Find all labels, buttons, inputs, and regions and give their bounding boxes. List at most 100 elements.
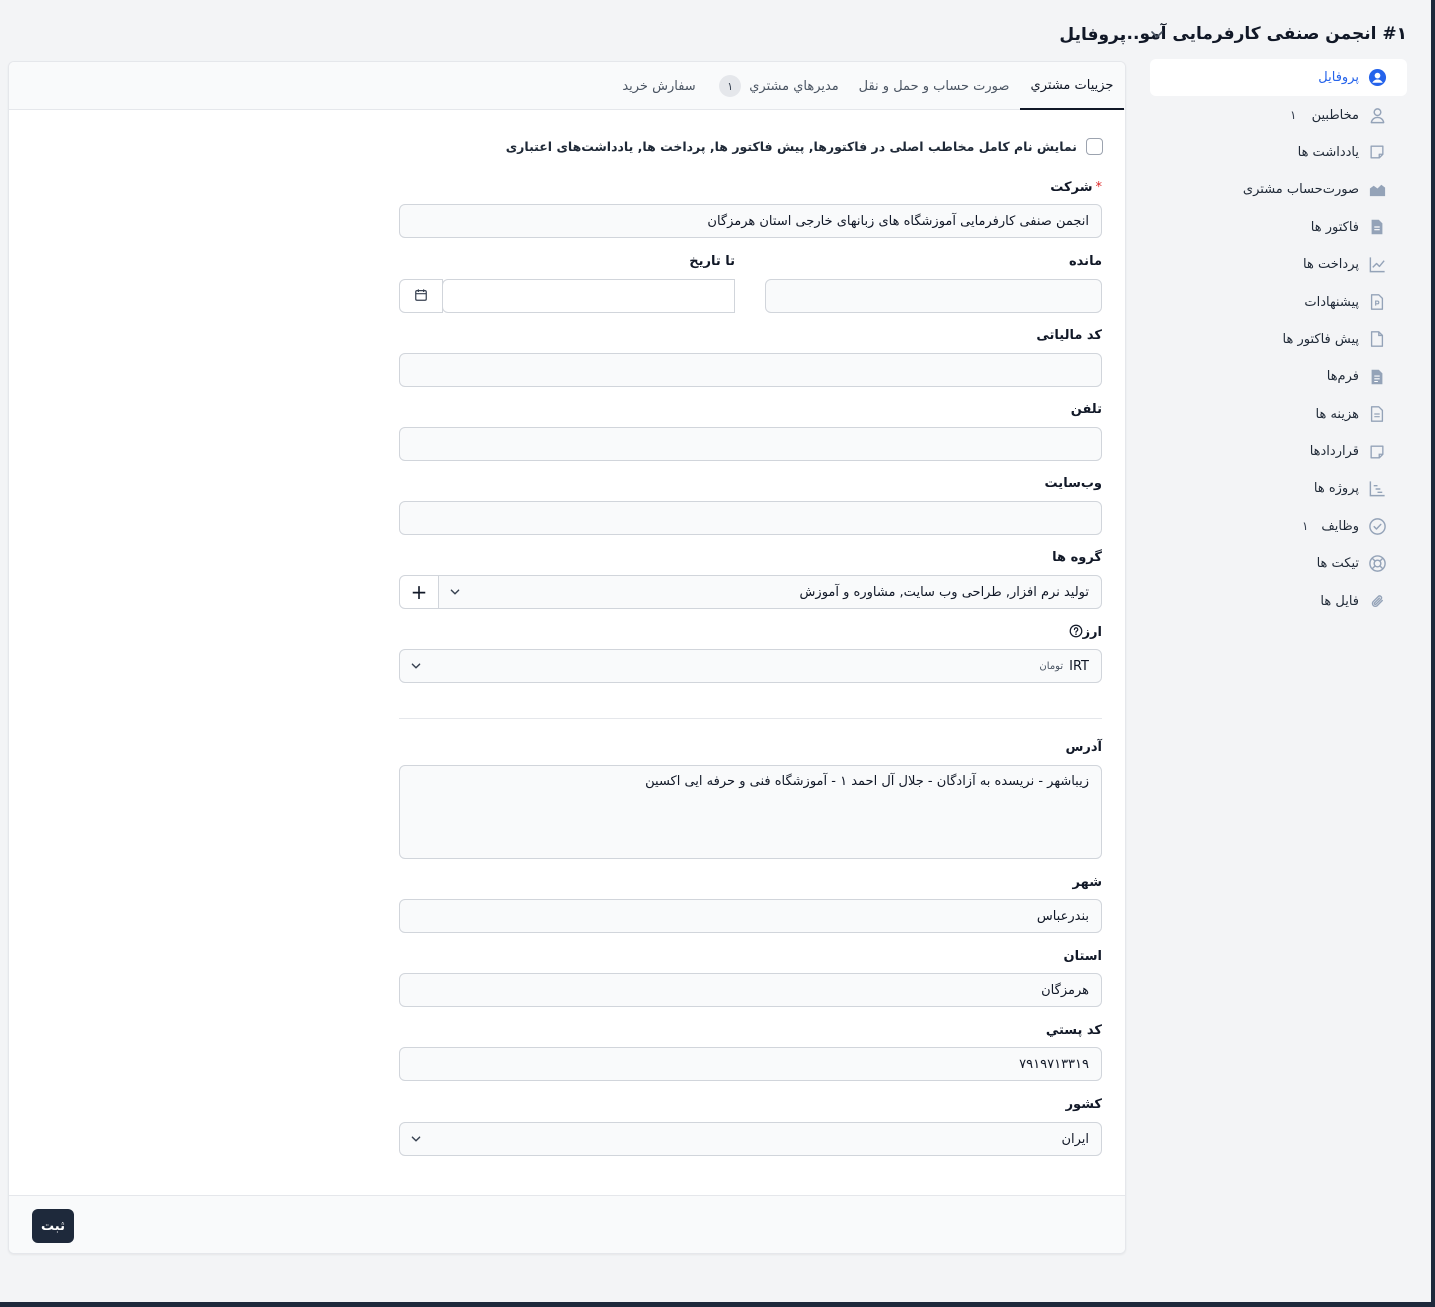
website-input[interactable] [399,501,1102,535]
check-circle-icon [1367,516,1387,536]
document-outline-icon [1367,329,1387,349]
sidebar-item-label: فرم‌ها [1326,369,1359,385]
user-icon [1367,105,1387,125]
sidebar-item-label: پرداخت ها [1303,257,1359,273]
sidebar-item-tickets[interactable]: تیکت ها [1150,545,1407,582]
window-edge-bottom [0,1302,1435,1307]
show-full-name-checkbox[interactable] [1086,138,1103,155]
sidebar-item-label: فاکتور ها [1310,219,1359,235]
chevron-down-icon [407,1130,425,1148]
count-badge: ۱ [1290,108,1297,123]
customer-details-panel: جزييات مشتري صورت حساب و حمل و نقل مديره… [8,61,1126,1254]
calendar-icon [414,287,428,306]
company-input[interactable]: انجمن صنفی کارفرمایی آموزشگاه های زبانها… [399,204,1102,238]
company-label: *شرکت [1050,180,1102,195]
country-value: ایران [1061,1131,1089,1147]
phone-label: تلفن [1070,402,1102,417]
count-badge: ۱ [1302,519,1309,534]
company-label-text: شرکت [1050,180,1093,195]
tab-customer-admins[interactable]: مديرهاي مشتري ۱ [714,62,844,110]
sidebar-item-statement[interactable]: صورت‌حساب مشتری [1150,171,1407,208]
form-footer: ثبت [9,1195,1125,1253]
city-label: شهر [1072,875,1102,890]
expense-icon [1367,404,1387,424]
currency-label: ارز [1069,624,1102,640]
tab-customer-details[interactable]: جزييات مشتري [1020,62,1124,110]
tab-billing-shipping[interactable]: صورت حساب و حمل و نقل [854,62,1014,110]
sidebar-item-notes[interactable]: یادداشت ها [1150,134,1407,171]
tax-code-input[interactable] [399,353,1102,387]
zip-input[interactable]: ۷۹۱۹۷۱۳۳۱۹ [399,1047,1102,1081]
sidebar-item-label: فایل ها [1320,593,1359,609]
tab-purchase-orders[interactable]: سفارش خريد [614,62,704,110]
sidebar-item-contracts[interactable]: قراردادها [1150,433,1407,470]
sidebar-item-invoices[interactable]: فاکتور ها [1150,209,1407,246]
contract-icon [1367,442,1387,462]
groups-select[interactable]: تولید نرم افزار, طراحی وب سایت, مشاوره و… [438,575,1102,609]
divider [399,718,1102,719]
sidebar-item-label: پروژه ها [1313,481,1359,497]
groups-value: تولید نرم افزار, طراحی وب سایت, مشاوره و… [799,584,1089,600]
window-edge-right [1431,0,1435,1307]
sidebar-item-contacts[interactable]: مخاطبین ۱ [1150,96,1407,133]
sidebar-item-label: پیشنهادات [1304,294,1359,310]
sidebar-item-profile[interactable]: پروفایل [1150,59,1407,97]
page-title: پروفایل [1059,25,1126,45]
sidebar-item-expenses[interactable]: هزینه ها [1150,396,1407,433]
zip-label: کد پستي [1045,1023,1102,1038]
sidebar-item-tasks[interactable]: وظایف ۱ [1150,508,1407,545]
currency-label-text: ارز [1082,625,1102,640]
chevron-down-icon[interactable] [1147,24,1167,44]
tab-label: صورت حساب و حمل و نقل [858,78,1010,94]
sidebar-item-estimates[interactable]: پیش فاکتور ها [1150,321,1407,358]
to-date-input[interactable] [442,279,735,313]
sidebar-item-label: هزینه ها [1315,406,1360,422]
plus-icon: + [410,580,428,604]
tab-label: مديرهاي مشتري [749,78,839,94]
tab-label: سفارش خريد [622,78,696,94]
website-label: وب‌سایت [1044,476,1102,491]
sidebar-item-label: یادداشت ها [1297,144,1359,160]
tab-bar: جزييات مشتري صورت حساب و حمل و نقل مديره… [9,62,1125,110]
question-circle-icon[interactable] [1069,624,1083,638]
address-label: آدرس [1065,740,1102,755]
proposal-icon [1367,292,1387,312]
show-full-name-label: نمایش نام کامل مخاطب اصلی در فاکتورها, پ… [505,139,1077,154]
calendar-button[interactable] [399,279,443,313]
sidebar-item-label: تیکت ها [1316,556,1359,572]
paperclip-icon [1367,591,1387,611]
sidebar-item-label: مخاطبین [1311,107,1359,123]
address-textarea[interactable]: زیباشهر - نریسده به آزادگان - جلال آل اح… [399,765,1102,859]
sidebar-item-forms[interactable]: فرم‌ها [1150,358,1407,395]
to-date-label: تا تاریخ [689,254,735,269]
sidebar-item-label: پیش فاکتور ها [1282,331,1359,347]
chevron-down-icon [446,583,464,601]
chevron-down-icon [407,657,425,675]
sidebar-item-payments[interactable]: پرداخت ها [1150,246,1407,283]
currency-select[interactable]: IRT تومان [399,649,1102,683]
sidebar-item-projects[interactable]: پروژه ها [1150,470,1407,507]
tax-code-label: کد مالیاتی [1036,328,1102,343]
sidebar-item-label: پروفایل [1318,70,1359,86]
add-group-button[interactable]: + [399,575,439,609]
sidebar-item-label: وظایف [1321,518,1359,534]
balance-label: مانده [1069,254,1102,269]
document-icon [1367,217,1387,237]
note-icon [1367,142,1387,162]
save-button[interactable]: ثبت [32,1209,74,1243]
groups-label: گروه ها [1052,550,1102,565]
count-badge: ۱ [719,75,742,97]
sidebar-item-files[interactable]: فایل ها [1150,582,1407,619]
lifebuoy-icon [1367,554,1387,574]
sidebar-item-label: صورت‌حساب مشتری [1242,182,1359,198]
city-input[interactable]: بندرعباس [399,899,1102,933]
line-chart-icon [1367,255,1387,275]
sidebar-item-label: قراردادها [1309,444,1359,460]
state-input[interactable]: هرمزگان [399,973,1102,1007]
user-circle-icon [1367,68,1387,88]
country-label: کشور [1065,1097,1102,1112]
balance-input[interactable] [765,279,1102,313]
sidebar-item-proposals[interactable]: پیشنهادات [1150,283,1407,320]
country-select[interactable]: ایران [399,1122,1102,1156]
phone-input[interactable] [399,427,1102,461]
